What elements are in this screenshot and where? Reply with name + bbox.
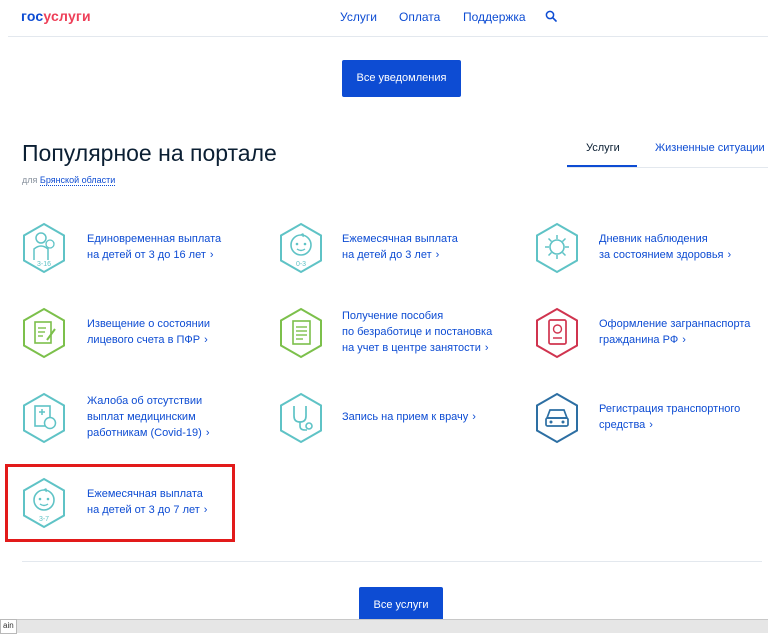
chevron-right-icon: › [209,249,214,261]
service-label-line: на детей от 3 до 16 лет › [87,247,221,263]
region-link[interactable]: Брянской области [39,175,116,186]
service-label-text: Оформление загранпаспорта [599,318,751,330]
service-label-text: Извещение о состоянии [87,318,210,330]
nav-link-payment[interactable]: Оплата [399,10,440,24]
service-label-text: на детей от 3 до 16 лет [87,249,206,261]
service-label-line: Регистрация транспортного [599,401,740,417]
chevron-right-icon: › [205,427,210,439]
virus-icon[interactable] [534,222,580,274]
car-icon[interactable] [534,392,580,444]
service-label-text: Запись на прием к врачу [342,411,469,423]
svg-text:3-16: 3-16 [37,261,51,268]
all-notifications-button[interactable]: Все уведомления [342,60,461,97]
service-label-text: лицевого счета в ПФР [87,334,201,346]
service-label-text: Регистрация транспортного [599,403,741,415]
horizontal-scrollbar[interactable] [0,619,768,633]
chevron-right-icon: › [682,334,686,346]
service-label-line: Единовременная выплата [87,231,221,247]
service-label-line: лицевого счета в ПФР › [87,332,210,348]
site-header: госуслуги Услуги Оплата Поддержка [0,0,768,36]
service-label-text: работникам (Covid-19) [87,427,202,439]
document-edit-icon[interactable] [21,307,67,359]
baby-0-3-icon[interactable]: 0-3 [278,222,324,274]
chevron-right-icon: › [204,334,208,346]
service-label-line: Жалоба об отсутствии [87,393,209,409]
service-label-line: за состоянием здоровья › [599,247,731,263]
stethoscope-icon[interactable] [278,392,324,444]
service-label-line: выплат медицинским [87,409,209,425]
service-label-line: по безработице и постановка [342,324,492,340]
chevron-right-icon: › [472,411,476,423]
logo-part-2: услуги [43,8,91,24]
service-label-text: Единовременная выплата [87,233,222,245]
service-label-line: Ежемесячная выплата [342,231,458,247]
chevron-right-icon: › [484,342,489,354]
service-label-text: на детей до 3 лет [342,249,432,261]
service-label-line: Получение пособия [342,308,492,324]
highlight-box [5,464,235,542]
service-link[interactable]: Единовременная выплата на детей от 3 до 1… [87,231,221,263]
service-label-text: средства [599,419,646,431]
service-label-line: средства › [599,417,740,433]
chevron-right-icon: › [649,419,653,431]
service-label-text: Ежемесячная выплата [342,233,458,245]
service-link[interactable]: Запись на прием к врачу › [342,409,476,425]
service-label-line: гражданина РФ › [599,332,750,348]
service-link[interactable]: Дневник наблюдения за состоянием здоровья… [599,231,731,263]
active-tab-indicator [567,165,637,167]
service-label-line: Дневник наблюдения [599,231,731,247]
nav-link-services[interactable]: Услуги [340,10,377,24]
search-icon[interactable] [545,10,557,22]
passport-icon[interactable] [534,307,580,359]
service-label-text: по безработице и постановка [342,326,493,338]
gosuslugi-logo[interactable]: госуслуги [21,8,91,24]
logo-part-1: гос [21,8,44,24]
medical-payment-icon[interactable] [21,392,67,444]
region-prefix: для [22,175,38,185]
service-label-text: за состоянием здоровья [599,249,724,261]
tab-services[interactable]: Услуги [586,142,620,154]
tab-life-situations[interactable]: Жизненные ситуации [655,142,765,154]
service-link[interactable]: Жалоба об отсутствии выплат медицинским ра… [87,393,209,441]
service-link[interactable]: Оформление загранпаспорта гражданина РФ › [599,316,750,348]
service-label-text: Получение пособия [342,310,444,322]
service-label-text: на учет в центре занятости [342,342,481,354]
tabs-divider [567,167,768,168]
service-label-line: Запись на прием к врачу › [342,409,476,425]
chevron-right-icon: › [435,249,440,261]
service-label-text: гражданина РФ [599,334,679,346]
section-title: Популярное на портале [22,140,277,166]
service-label-text: выплат медицинским [87,411,196,423]
header-divider [8,36,768,37]
service-label-line: работникам (Covid-19) › [87,425,209,441]
chevron-right-icon: › [727,249,732,261]
service-link[interactable]: Ежемесячная выплата на детей до 3 лет › [342,231,458,263]
service-link[interactable]: Получение пособия по безработице и постан… [342,308,492,356]
service-label-line: Оформление загранпаспорта [599,316,750,332]
document-list-icon[interactable] [278,307,324,359]
service-label-line: на детей до 3 лет › [342,247,458,263]
service-label-text: Жалоба об отсутствии [87,395,203,407]
service-link[interactable]: Регистрация транспортного средства › [599,401,740,433]
child-3-16-icon[interactable]: 3-16 [21,222,67,274]
service-label-line: на учет в центре занятости › [342,340,492,356]
region-selector: для Брянской области [22,175,116,186]
nav-link-support[interactable]: Поддержка [463,10,526,24]
service-label-line: Извещение о состоянии [87,316,210,332]
svg-text:0-3: 0-3 [296,261,306,268]
service-link[interactable]: Извещение о состоянии лицевого счета в ПФ… [87,316,210,348]
service-label-text: Дневник наблюдения [599,233,708,245]
bottom-divider [22,561,762,562]
